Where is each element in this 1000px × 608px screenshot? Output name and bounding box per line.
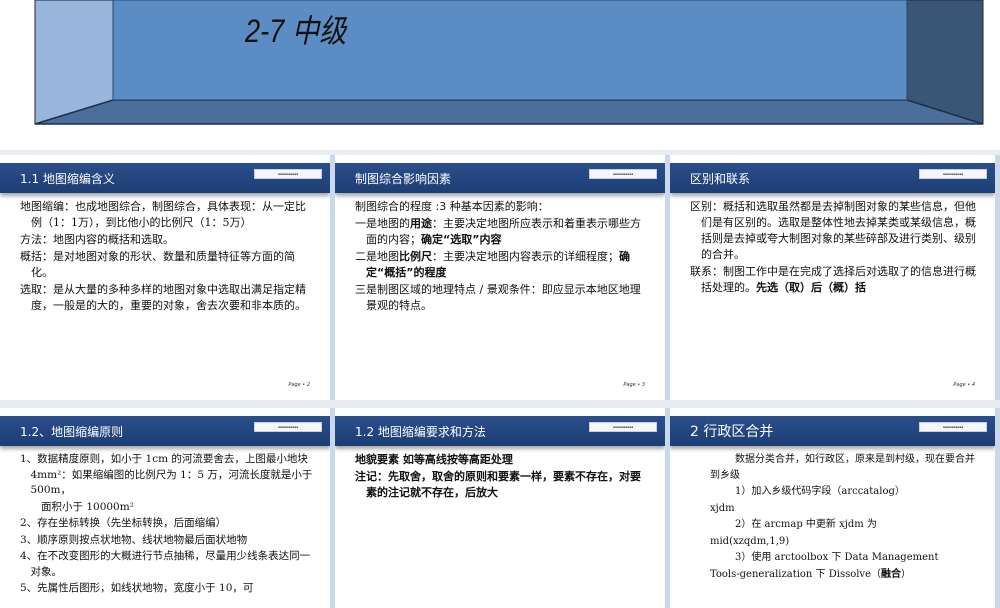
text-line: 选取：是从大量的多种多样的地图对象中选取出满足指定精度，一般是的大的，重要的对象…: [20, 283, 306, 312]
text: Tools-generalization 下 Dissolve（: [710, 568, 881, 580]
page-number: Page • 2: [288, 382, 310, 388]
text-line: 二是地图比例尺：主要决定地图内容表示的详细程度；确定“概括”的程度: [355, 249, 651, 281]
slide-body: 数据分类合并，如行政区，原来是到村级，现在要合并到乡级 1）加入乡级代码字段（a…: [710, 452, 981, 583]
text-line: 三是制图区域的地理特点 / 景观条件：即应显示本地区地理景观的特点。: [355, 283, 641, 312]
text: ）: [901, 568, 911, 580]
text-line: 数据分类合并，如行政区，原来是到村级，现在要合并到乡级: [710, 454, 975, 481]
text-line: 1）加入乡级代码字段（arccatalog）: [735, 486, 905, 497]
text: 比例尺: [399, 250, 432, 263]
text-line: 5、先属性后图形，如线状地物，宽度小于 10，可: [20, 582, 254, 594]
slide-thumbnail-4[interactable]: 区别和联系 ▪▪▪▪▪▪▪▪▪▪ 区别：概括和选取虽然都是去掉制图对象的某些信息，…: [670, 155, 1000, 400]
text-line: 3）使用 arctoolbox 下 Data Management: [735, 552, 939, 563]
text-line: 4、在不改变图形的大概进行节点抽稀，尽量用少线条表达同一对象。: [20, 550, 311, 578]
slide-title: 1.2 地图缩编要求和方法: [355, 425, 486, 439]
slide-thumbnail-7[interactable]: 2 行政区合并 ▪▪▪▪▪▪▪▪▪▪ 数据分类合并，如行政区，原来是到村级，现在要…: [670, 408, 1000, 608]
text-line: 面积小于 10000m²: [41, 500, 134, 513]
text: 先选（取）后（概）括: [756, 281, 866, 294]
title-slide[interactable]: 2-7 中级: [0, 0, 1000, 150]
slide-title: 2 行政区合并: [690, 424, 774, 440]
text: 用途: [410, 217, 432, 230]
text-line: 方法：地图内容的概括和选取。: [20, 233, 174, 246]
text-line: 2）在 arcmap 中更新 xjdm 为: [735, 519, 877, 530]
page-number: Page • 3: [623, 382, 645, 388]
page-number: Page • 4: [953, 382, 975, 388]
slide-grid: 1.1 地图缩编含义 ▪▪▪▪▪▪▪▪▪▪ 地图缩编：也成地图综合，制图综合，具体…: [0, 150, 1000, 608]
logo: ▪▪▪▪▪▪▪▪▪▪: [919, 169, 987, 179]
slide-thumbnail-2[interactable]: 1.1 地图缩编含义 ▪▪▪▪▪▪▪▪▪▪ 地图缩编：也成地图综合，制图综合，具体…: [0, 155, 335, 400]
text-line: 概括：是对地图对象的形状、数量和质量特征等方面的简化。: [20, 250, 295, 279]
slide-title: 区别和联系: [690, 172, 751, 186]
slide-header: 1.2 地图缩编要求和方法 ▪▪▪▪▪▪▪▪▪▪: [335, 416, 665, 446]
text: 融合: [881, 568, 901, 580]
logo: ▪▪▪▪▪▪▪▪▪▪: [254, 422, 322, 432]
text-line: 地图缩编：也成地图综合，制图综合，具体表现：从一定比例（1：1万），到比他小的比…: [20, 200, 306, 229]
text-line: 联系：制图工作中是在完成了选择后对选取了的信息进行概括处理的。先选（取）后（概）…: [690, 264, 981, 296]
title-slide-title: 2-7 中级: [245, 13, 347, 49]
logo: ▪▪▪▪▪▪▪▪▪▪: [589, 169, 657, 179]
slide-header: 区别和联系 ▪▪▪▪▪▪▪▪▪▪: [670, 163, 995, 193]
text: 一是地图的: [355, 217, 410, 230]
text-line: 地貌要素 如等高线按等高距处理: [355, 453, 513, 466]
text-line: mid(xzqdm,1,9): [710, 535, 790, 547]
text-line: 2、存在坐标转换（先坐标转换，后面缩编）: [20, 517, 227, 529]
text-line: 区别：概括和选取虽然都是去掉制图对象的某些信息，但他们是有区别的。选取是整体性地…: [690, 200, 976, 261]
slide-header: 2 行政区合并 ▪▪▪▪▪▪▪▪▪▪: [670, 416, 995, 446]
text-line: 3、顺序原则按点状地物、线状地物最后面状地物: [20, 533, 248, 546]
slide-header: 制图综合影响因素 ▪▪▪▪▪▪▪▪▪▪: [335, 163, 665, 193]
slide-body: 地图缩编：也成地图综合，制图综合，具体表现：从一定比例（1：1万），到比他小的比…: [20, 199, 316, 315]
slide-thumbnail-6[interactable]: 1.2 地图缩编要求和方法 ▪▪▪▪▪▪▪▪▪▪ 地貌要素 如等高线按等高距处理 …: [335, 408, 670, 608]
text-line: xjdm: [710, 502, 735, 514]
slide-body: 1、数据精度原则，如小于 1cm 的河流要舍去，上图最小地块 4mm²：如果缩编…: [20, 452, 316, 598]
text: 确定“选取”内容: [421, 233, 502, 246]
slide-header: 1.1 地图缩编含义 ▪▪▪▪▪▪▪▪▪▪: [0, 163, 330, 193]
logo: ▪▪▪▪▪▪▪▪▪▪: [589, 422, 657, 432]
slide-thumbnail-5[interactable]: 1.2、地图缩编原则 ▪▪▪▪▪▪▪▪▪▪ 1、数据精度原则，如小于 1cm 的河…: [0, 408, 335, 608]
text-line: 注记：先取舍，取舍的原则和要素一样，要素不存在，对要素的注记就不存在，后放大: [355, 470, 641, 499]
slide-body: 制图综合的程度 :3 种基本因素的影响： 一是地图的用途：主要决定地图所应表示和…: [355, 199, 651, 315]
logo: ▪▪▪▪▪▪▪▪▪▪: [254, 169, 322, 179]
text-line: Tools-generalization 下 Dissolve（融合）: [710, 567, 981, 583]
slide-title: 1.2、地图缩编原则: [20, 425, 124, 439]
text-line: 一是地图的用途：主要决定地图所应表示和着重表示哪些方面的内容；确定“选取”内容: [355, 216, 651, 248]
text-line: 制图综合的程度 :3 种基本因素的影响：: [355, 200, 549, 213]
slide-header: 1.2、地图缩编原则 ▪▪▪▪▪▪▪▪▪▪: [0, 416, 330, 446]
slide-title: 1.1 地图缩编含义: [20, 172, 115, 186]
title-slide-frame: [34, 0, 984, 125]
slide-title: 制图综合影响因素: [355, 172, 452, 186]
text: 二是地图: [355, 250, 399, 263]
logo: ▪▪▪▪▪▪▪▪▪▪: [919, 422, 987, 432]
text: ：主要决定地图内容表示的详细程度；: [432, 250, 619, 263]
slide-body: 区别：概括和选取虽然都是去掉制图对象的某些信息，但他们是有区别的。选取是整体性地…: [690, 199, 981, 297]
slide-body: 地貌要素 如等高线按等高距处理 注记：先取舍，取舍的原则和要素一样，要素不存在，…: [355, 452, 651, 502]
text-line: 1、数据精度原则，如小于 1cm 的河流要舍去，上图最小地块 4mm²：如果缩编…: [20, 453, 313, 496]
slide-thumbnail-3[interactable]: 制图综合影响因素 ▪▪▪▪▪▪▪▪▪▪ 制图综合的程度 :3 种基本因素的影响： …: [335, 155, 670, 400]
